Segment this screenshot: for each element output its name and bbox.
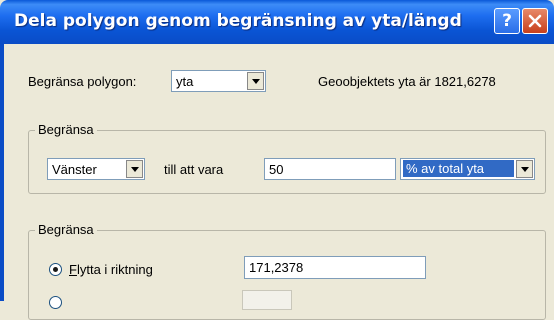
close-icon — [528, 14, 542, 28]
window-title: Dela polygon genom begränsning av yta/lä… — [14, 11, 462, 31]
amount-value: 50 — [269, 162, 284, 177]
limit-polygon-label: Begränsa polygon: — [28, 74, 137, 89]
radio-selected-dot — [53, 267, 58, 272]
direction-group-title: Begränsa — [35, 222, 97, 237]
help-button[interactable]: ? — [494, 8, 520, 34]
chevron-down-icon — [130, 166, 139, 172]
unit-dropdown-button[interactable] — [516, 160, 533, 178]
help-icon: ? — [502, 11, 512, 31]
chevron-down-icon — [251, 78, 260, 84]
side-value: Vänster — [52, 162, 97, 177]
limit-group-title: Begränsa — [35, 122, 97, 137]
direction-input[interactable]: 171,2378 — [244, 256, 426, 279]
chevron-down-icon — [520, 166, 529, 172]
second-option-radio[interactable] — [49, 296, 62, 309]
unit-select[interactable]: % av total yta — [400, 158, 535, 180]
disabled-spinner — [242, 290, 292, 310]
amount-input[interactable]: 50 — [264, 158, 396, 180]
dialog-body: Begränsa polygon: yta Geoobjektets yta ä… — [0, 44, 554, 320]
title-bar[interactable]: Dela polygon genom begränsning av yta/lä… — [0, 0, 554, 44]
limit-polygon-dropdown-button[interactable] — [247, 72, 264, 90]
side-select[interactable]: Vänster — [47, 158, 145, 180]
side-dropdown-button[interactable] — [126, 160, 143, 178]
direction-value: 171,2378 — [249, 260, 304, 275]
limit-polygon-value: yta — [176, 74, 194, 89]
area-info-text: Geoobjektets yta är 1821,6278 — [318, 74, 496, 89]
close-button[interactable] — [522, 8, 548, 34]
unit-value: % av total yta — [403, 160, 514, 177]
move-direction-radio[interactable] — [49, 263, 62, 276]
until-label: till att vara — [164, 162, 224, 177]
limit-polygon-select[interactable]: yta — [171, 70, 266, 92]
move-direction-label[interactable]: Flytta i riktning — [69, 262, 153, 277]
